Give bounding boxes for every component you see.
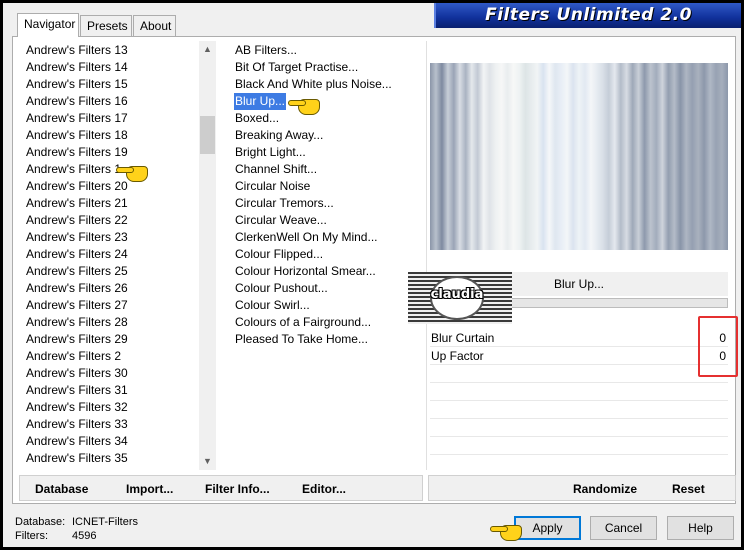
filter-item[interactable]: ClerkenWell On My Mind... — [234, 229, 378, 246]
filter-item[interactable]: Colour Horizontal Smear... — [234, 263, 377, 280]
highlight-box — [698, 316, 738, 377]
category-item[interactable]: Andrew's Filters 23 — [26, 229, 128, 246]
category-list[interactable]: Andrew's Filters 13 Andrew's Filters 14 An… — [22, 41, 218, 470]
filter-item[interactable]: Bit Of Target Practise... — [234, 59, 359, 76]
category-item[interactable]: Andrew's Filters 14 — [26, 59, 128, 76]
category-item[interactable]: Andrew's Filters 17 — [26, 110, 128, 127]
filter-item[interactable]: Black And White plus Noise... — [234, 76, 393, 93]
reset-button[interactable]: Reset — [672, 481, 705, 497]
category-item[interactable]: Andrew's Filters 36 — [26, 467, 128, 470]
scroll-thumb[interactable] — [200, 116, 215, 154]
randomize-button[interactable]: Randomize — [573, 481, 637, 497]
filter-item[interactable]: Channel Shift... — [234, 161, 318, 178]
app-title: Filters Unlimited 2.0 — [485, 5, 692, 25]
filter-item[interactable]: Boxed... — [234, 110, 280, 127]
tab-about[interactable]: About — [133, 15, 176, 37]
param-label: Up Factor — [431, 349, 484, 363]
tab-navigator[interactable]: Navigator — [17, 13, 79, 37]
param-label: Blur Curtain — [431, 331, 495, 345]
pointing-hand-icon — [288, 96, 326, 116]
category-item[interactable]: Andrew's Filters 32 — [26, 399, 128, 416]
import-button[interactable]: Import... — [126, 481, 173, 497]
category-item[interactable]: Andrew's Filters 27 — [26, 297, 128, 314]
editor-button[interactable]: Editor... — [302, 481, 346, 497]
filter-item[interactable]: Circular Tremors... — [234, 195, 335, 212]
category-scrollbar[interactable]: ▲ ▼ — [199, 41, 216, 470]
category-item[interactable]: Andrew's Filters 21 — [26, 195, 128, 212]
param-row-empty — [430, 419, 728, 437]
filter-item[interactable]: AB Filters... — [234, 42, 298, 59]
category-item[interactable]: Andrew's Filters 15 — [26, 76, 128, 93]
param-row-empty — [430, 437, 728, 455]
logo-text: claudia — [430, 287, 484, 302]
filter-item[interactable]: Bright Light... — [234, 144, 307, 161]
help-button[interactable]: Help — [667, 516, 734, 540]
tab-presets[interactable]: Presets — [80, 15, 132, 37]
category-item[interactable]: Andrew's Filters 20 — [26, 178, 128, 195]
category-item[interactable]: Andrew's Filters 1 — [26, 161, 121, 178]
param-row-blur-curtain[interactable]: Blur Curtain 0 — [430, 329, 728, 347]
pointing-hand-icon — [490, 522, 528, 542]
param-row-empty — [430, 365, 728, 383]
category-item[interactable]: Andrew's Filters 25 — [26, 263, 128, 280]
param-row-up-factor[interactable]: Up Factor 0 — [430, 347, 728, 365]
pointing-hand-icon — [116, 163, 154, 183]
category-item[interactable]: Andrew's Filters 33 — [26, 416, 128, 433]
filter-item[interactable]: Circular Noise — [234, 178, 311, 195]
filter-item[interactable]: Colour Flipped... — [234, 246, 324, 263]
database-info-label: Database: — [15, 516, 66, 528]
scroll-up-arrow-icon[interactable]: ▲ — [199, 41, 216, 58]
filters-count-value: 4596 — [72, 530, 97, 542]
database-button[interactable]: Database — [35, 481, 88, 497]
param-row-empty — [430, 401, 728, 419]
filters-count-info: Filters: 4596 — [15, 530, 96, 543]
category-item[interactable]: Andrew's Filters 34 — [26, 433, 128, 450]
category-item[interactable]: Andrew's Filters 26 — [26, 280, 128, 297]
cancel-button[interactable]: Cancel — [590, 516, 657, 540]
claudia-watermark-logo: claudia — [408, 272, 512, 324]
category-item[interactable]: Andrew's Filters 24 — [26, 246, 128, 263]
filter-item[interactable]: Breaking Away... — [234, 127, 324, 144]
param-row-empty — [430, 383, 728, 401]
filter-item[interactable]: Colours of a Fairground... — [234, 314, 372, 331]
category-item[interactable]: Andrew's Filters 31 — [26, 382, 128, 399]
title-banner: Filters Unlimited 2.0 — [434, 3, 741, 28]
filter-item[interactable]: Blur Up... — [234, 93, 287, 110]
filter-info-button[interactable]: Filter Info... — [205, 481, 270, 497]
filter-item[interactable]: Circular Weave... — [234, 212, 328, 229]
scroll-down-arrow-icon[interactable]: ▼ — [199, 453, 216, 470]
filter-item[interactable]: Colour Pushout... — [234, 280, 329, 297]
category-item[interactable]: Andrew's Filters 16 — [26, 93, 128, 110]
filter-item[interactable]: Colour Swirl... — [234, 297, 311, 314]
category-item[interactable]: Andrew's Filters 30 — [26, 365, 128, 382]
category-item[interactable]: Andrew's Filters 35 — [26, 450, 128, 467]
category-item[interactable]: Andrew's Filters 22 — [26, 212, 128, 229]
filter-item[interactable]: Pleased To Take Home... — [234, 331, 369, 348]
database-info-value: ICNET-Filters — [72, 516, 138, 528]
category-item[interactable]: Andrew's Filters 28 — [26, 314, 128, 331]
category-item[interactable]: Andrew's Filters 13 — [26, 42, 128, 59]
category-item[interactable]: Andrew's Filters 29 — [26, 331, 128, 348]
category-item[interactable]: Andrew's Filters 19 — [26, 144, 128, 161]
database-info: Database: ICNET-Filters — [15, 516, 138, 529]
category-item[interactable]: Andrew's Filters 2 — [26, 348, 121, 365]
category-item[interactable]: Andrew's Filters 18 — [26, 127, 128, 144]
filter-preview-image — [430, 63, 728, 250]
filters-count-label: Filters: — [15, 530, 48, 542]
